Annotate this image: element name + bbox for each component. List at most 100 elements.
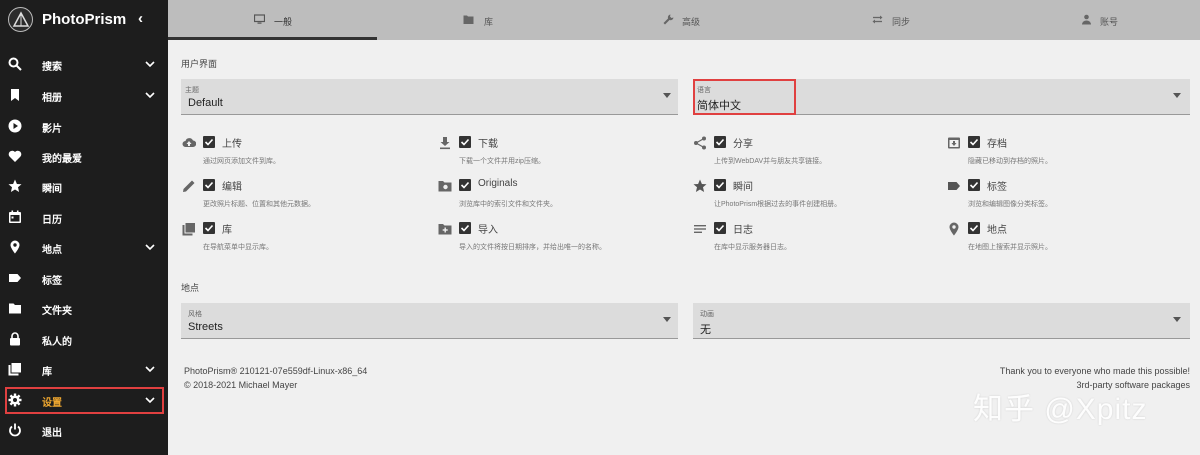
dropdown-arrow-icon [663,317,671,322]
feature-description: 在库中显示服务器日志。 [714,244,791,251]
heart-icon [8,150,22,162]
dropdown-arrow-icon [1173,93,1181,98]
sidebar: PhotoPrism ‹ 搜索 相册 影片 我的最爱 瞬间 日历 地点 标签 文… [0,0,168,455]
tab-label: 账号 [1100,17,1119,27]
labels-checkbox[interactable] [968,179,980,191]
theme-select-value: Default [188,97,223,109]
search-icon [8,57,22,71]
bookmark-icon [11,89,19,101]
settings-tab-bar: 一般 库 高级 同步 账号 [168,0,1200,40]
power-icon [9,423,21,437]
feature-labels: 标签 浏览和编辑图像分类标签。 [947,179,1187,219]
chevron-down-icon[interactable] [144,58,156,70]
section-title-places: 地点 [181,283,200,293]
sidebar-item-favorites[interactable]: 我的最爱 [0,142,168,172]
feature-name: Originals [478,178,518,189]
sidebar-item-videos[interactable]: 影片 [0,112,168,142]
feature-name: 存档 [987,139,1007,150]
download-icon [440,137,450,150]
feature-name: 编辑 [222,182,242,193]
edit-checkbox[interactable] [203,179,215,191]
feature-import: 导入 导入的文件将按日期排序，并给出唯一的名称。 [438,222,678,262]
cloud-upload-icon [182,138,196,147]
feature-name: 标签 [987,182,1007,193]
sidebar-item-label: 相册 [42,93,62,104]
sidebar-item-private[interactable]: 私人的 [0,325,168,355]
map-style-select[interactable]: 风格 Streets [181,303,678,339]
calendar-icon [9,210,21,223]
moments-checkbox[interactable] [714,179,726,191]
chevron-down-icon[interactable] [144,363,156,375]
download-checkbox[interactable] [459,136,471,148]
library-checkbox[interactable] [203,222,215,234]
tab-label: 库 [484,17,494,27]
library-icon [8,362,22,376]
map-style-select-label: 风格 [188,311,202,318]
location-pin-icon [10,240,20,254]
version-text: PhotoPrism® 210121-07e559df-Linux-x86_64 [184,366,368,376]
sidebar-item-label: 我的最爱 [42,154,82,165]
animation-select-value: 无 [700,324,711,336]
animation-select-label: 动画 [700,311,714,318]
dropdown-arrow-icon [1173,317,1181,322]
import-checkbox[interactable] [459,222,471,234]
sidebar-item-label: 标签 [42,276,62,287]
watermark-text: 知乎 @Xpitz [973,393,1148,426]
log-lines-icon [694,225,706,233]
feature-description: 下载一个文件并用zip压缩。 [459,158,545,165]
tab-general[interactable]: 一般 [168,0,377,40]
thanks-text: Thank you to everyone who made this poss… [999,366,1190,376]
tab-label: 一般 [274,17,293,27]
feature-originals: Originals 浏览库中的索引文件和文件夹。 [438,178,678,219]
brand: PhotoPrism ‹ [0,0,168,40]
pencil-icon [183,180,195,192]
share-checkbox[interactable] [714,136,726,148]
copyright-text: © 2018-2021 Michael Mayer [184,380,298,390]
sidebar-item-label: 库 [42,367,52,378]
feature-library: 库 在导航菜单中显示库。 [182,222,422,262]
collapse-sidebar-button[interactable]: ‹ [138,10,143,27]
feature-name: 日志 [733,225,753,236]
feature-name: 地点 [987,225,1007,236]
sidebar-item-label: 退出 [42,428,62,439]
sidebar-item-albums[interactable]: 相册 [0,81,168,111]
share-icon [694,136,706,150]
feature-description: 浏览和编辑图像分类标签。 [968,201,1052,208]
theme-select[interactable]: 主题 Default [181,79,678,115]
feature-description: 隐藏已移动到存档的照片。 [968,158,1052,165]
feature-name: 库 [222,225,232,236]
feature-description: 在导航菜单中显示库。 [203,244,273,251]
upload-checkbox[interactable] [203,136,215,148]
tab-account[interactable]: 账号 [996,0,1200,40]
sidebar-item-logout[interactable]: 退出 [0,416,168,446]
star-icon [8,179,22,192]
sidebar-item-label: 日历 [42,215,62,226]
folder-image-icon [463,15,474,24]
sidebar-item-calendar[interactable]: 日历 [0,203,168,233]
sidebar-item-moments[interactable]: 瞬间 [0,172,168,202]
import-icon [438,224,452,235]
sidebar-item-labels[interactable]: 标签 [0,264,168,294]
photoprism-logo-icon [8,7,33,32]
animation-select[interactable]: 动画 无 [693,303,1190,339]
sidebar-item-search[interactable]: 搜索 [0,50,168,80]
originals-checkbox[interactable] [459,179,471,191]
feature-places: 地点 在地图上搜索并显示照片。 [947,222,1187,262]
tab-library[interactable]: 库 [377,0,583,40]
feature-name: 上传 [222,139,242,150]
sidebar-item-library[interactable]: 库 [0,355,168,385]
places-checkbox[interactable] [968,222,980,234]
section-title-user-interface: 用户界面 [181,59,218,69]
map-style-select-value: Streets [188,321,223,333]
tab-advanced[interactable]: 高级 [583,0,788,40]
sidebar-item-label: 文件夹 [42,306,72,317]
chevron-down-icon[interactable] [144,89,156,101]
chevron-down-icon[interactable] [144,241,156,253]
logs-checkbox[interactable] [714,222,726,234]
tab-sync[interactable]: 同步 [788,0,996,40]
language-highlight-box [693,79,796,115]
archive-checkbox[interactable] [968,136,980,148]
sidebar-item-folders[interactable]: 文件夹 [0,294,168,324]
folder-camera-icon [438,181,452,192]
sidebar-item-places[interactable]: 地点 [0,233,168,263]
